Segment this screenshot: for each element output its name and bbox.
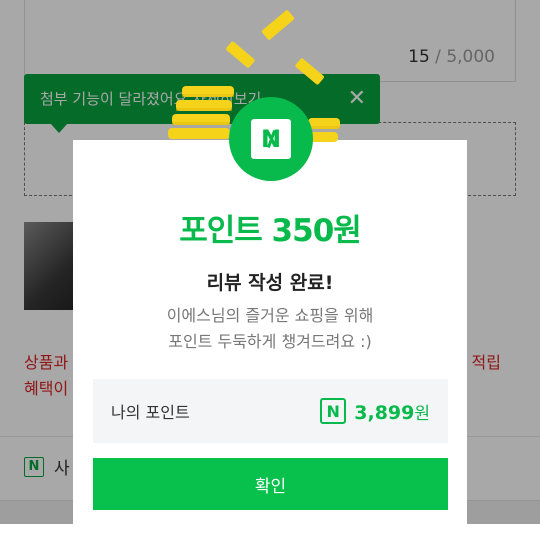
naver-points-icon: N	[320, 398, 347, 424]
modal-subtitle: 리뷰 작성 완료!	[206, 272, 334, 294]
modal-description: 이에스님의 즐거운 쇼핑을 위해 포인트 두둑하게 챙겨드려요 :)	[0, 303, 540, 355]
naver-pay-logo: N	[229, 97, 313, 181]
points-unit: 원	[414, 403, 430, 424]
desc-line-1: 이에스님의 즐거운 쇼핑을 위해	[166, 306, 374, 325]
points-label: 나의 포인트	[111, 403, 190, 422]
modal-title: 포인트 350원	[179, 213, 362, 249]
desc-line-2: 포인트 두둑하게 챙겨드려요 :)	[168, 332, 372, 351]
my-points-box: 나의 포인트 N 3,899원	[93, 379, 448, 443]
points-value-group: N 3,899원	[320, 398, 430, 424]
confirm-button[interactable]: 확인	[93, 458, 448, 510]
naver-n-icon: N	[251, 119, 291, 159]
points-value: 3,899	[354, 401, 415, 424]
